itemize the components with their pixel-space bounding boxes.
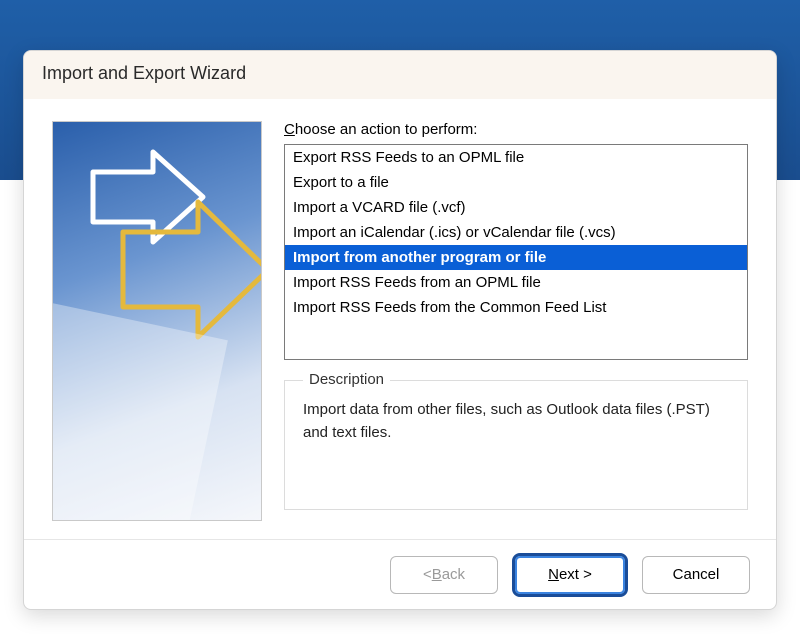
choose-action-label: Choose an action to perform:: [284, 121, 748, 138]
description-text: Import data from other files, such as Ou…: [303, 398, 729, 445]
action-item[interactable]: Import RSS Feeds from the Common Feed Li…: [285, 295, 747, 320]
next-button[interactable]: Next >: [512, 553, 628, 597]
action-item[interactable]: Import an iCalendar (.ics) or vCalendar …: [285, 220, 747, 245]
description-group: Description Import data from other files…: [284, 380, 748, 510]
wizard-graphic: [52, 121, 262, 521]
dialog-footer: < Back Next > Cancel: [24, 539, 776, 609]
action-listbox[interactable]: Export RSS Feeds to an OPML fileExport t…: [284, 144, 748, 360]
action-item[interactable]: Import from another program or file: [285, 245, 747, 270]
import-export-wizard-dialog: Import and Export Wizard Choose an actio…: [23, 50, 777, 610]
dialog-body: Choose an action to perform: Export RSS …: [24, 99, 776, 539]
dialog-title: Import and Export Wizard: [24, 51, 776, 99]
wizard-right-column: Choose an action to perform: Export RSS …: [284, 121, 748, 539]
description-heading: Description: [303, 371, 390, 388]
action-item[interactable]: Export RSS Feeds to an OPML file: [285, 145, 747, 170]
app-background: Import and Export Wizard Choose an actio…: [0, 0, 800, 634]
action-item[interactable]: Import RSS Feeds from an OPML file: [285, 270, 747, 295]
action-item[interactable]: Export to a file: [285, 170, 747, 195]
back-button: < Back: [390, 556, 498, 594]
cancel-button[interactable]: Cancel: [642, 556, 750, 594]
action-item[interactable]: Import a VCARD file (.vcf): [285, 195, 747, 220]
